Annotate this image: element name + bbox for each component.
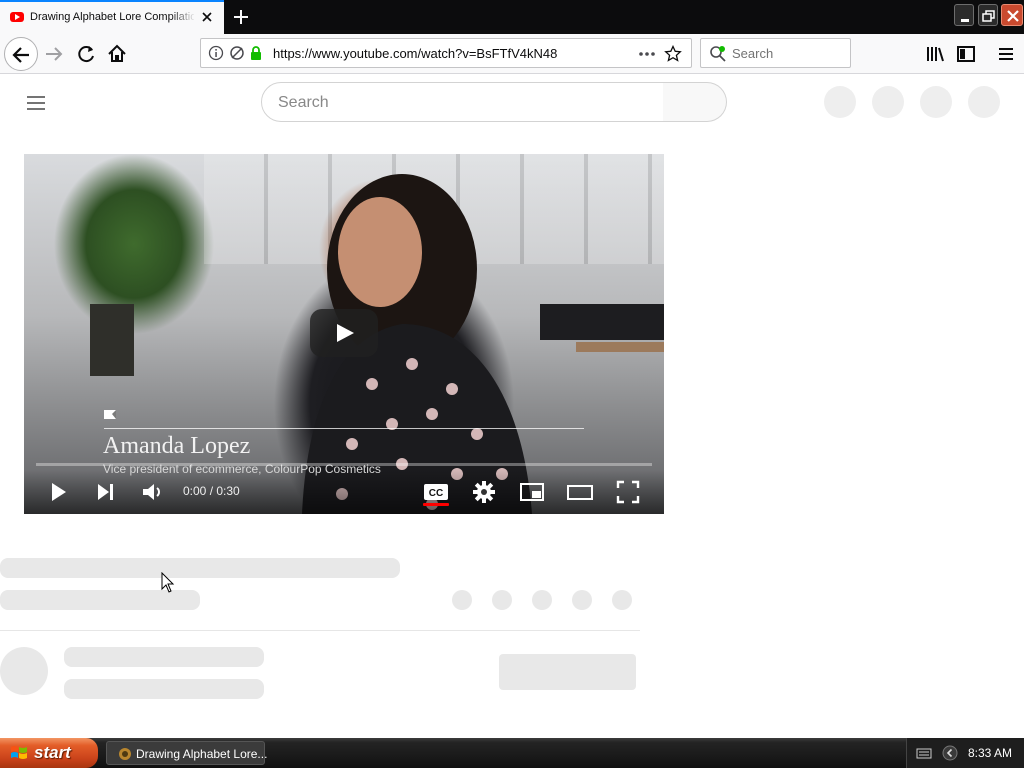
video-background-bench xyxy=(540,304,664,340)
large-play-button[interactable] xyxy=(310,309,378,357)
settings-gear-icon[interactable] xyxy=(470,478,498,506)
title-skeleton xyxy=(0,558,400,578)
player-controls: 0:00 / 0:30 CC xyxy=(24,470,664,514)
keyboard-icon[interactable] xyxy=(916,747,932,759)
taskbar-window-label: Drawing Alphabet Lore... xyxy=(136,747,268,761)
navigation-toolbar: https://www.youtube.com/watch?v=BsFTfV4k… xyxy=(0,34,1024,74)
subscriber-count-skeleton xyxy=(64,679,264,699)
back-button[interactable] xyxy=(4,37,38,71)
home-icon[interactable] xyxy=(103,40,131,68)
url-bar[interactable]: https://www.youtube.com/watch?v=BsFTfV4k… xyxy=(200,38,692,68)
volume-icon[interactable] xyxy=(138,478,166,506)
tab-strip: Drawing Alphabet Lore Compilation xyxy=(0,0,1024,34)
video-background-planter xyxy=(90,304,134,376)
play-icon[interactable] xyxy=(44,478,72,506)
taskbar-clock: 8:33 AM xyxy=(968,746,1013,760)
close-tab-icon[interactable] xyxy=(199,9,215,25)
reload-icon[interactable] xyxy=(72,40,100,68)
captions-active-indicator xyxy=(423,503,449,506)
forward-arrow-icon[interactable] xyxy=(40,40,68,68)
svg-text:CC: CC xyxy=(429,488,443,499)
start-label: start xyxy=(34,743,71,762)
page-actions-more-icon[interactable] xyxy=(637,46,657,62)
lower-third-flag-icon xyxy=(104,410,116,419)
minimize-window-button[interactable] xyxy=(954,4,974,26)
browser-tab[interactable]: Drawing Alphabet Lore Compilation xyxy=(0,0,224,34)
tray-expand-arrow-icon[interactable] xyxy=(942,745,958,761)
action-skeleton-4 xyxy=(572,590,592,610)
masthead-placeholder-button-2[interactable] xyxy=(872,86,904,118)
youtube-search-placeholder: Search xyxy=(278,94,329,111)
info-icon[interactable] xyxy=(208,45,224,61)
video-time-display: 0:00 / 0:30 xyxy=(183,484,240,498)
theater-mode-icon[interactable] xyxy=(566,478,594,506)
search-icon xyxy=(710,46,726,62)
close-window-button[interactable] xyxy=(1001,4,1023,26)
masthead-placeholder-button-3[interactable] xyxy=(920,86,952,118)
hamburger-menu-icon[interactable] xyxy=(24,93,48,113)
back-arrow-icon xyxy=(12,47,29,63)
open-menu-icon[interactable] xyxy=(992,40,1020,68)
lock-icon[interactable] xyxy=(249,45,263,61)
video-progress-bar[interactable] xyxy=(36,463,652,466)
subscribe-button-skeleton xyxy=(499,654,636,690)
masthead-placeholder-avatar[interactable] xyxy=(968,86,1000,118)
browser-search-field[interactable]: Search xyxy=(700,38,851,68)
sidebar-icon[interactable] xyxy=(952,40,980,68)
youtube-search-input[interactable]: Search xyxy=(261,82,664,122)
library-icon[interactable] xyxy=(921,40,949,68)
taskbar-window-item[interactable]: Drawing Alphabet Lore... xyxy=(106,741,268,765)
youtube-masthead: Search xyxy=(0,75,1024,131)
action-skeleton-5 xyxy=(612,590,632,610)
system-tray: 8:33 AM xyxy=(906,738,1024,768)
lower-third-rule xyxy=(104,428,584,429)
permissions-icon[interactable] xyxy=(229,45,245,61)
lower-third-name: Amanda Lopez xyxy=(103,433,251,459)
fullscreen-icon[interactable] xyxy=(614,478,642,506)
tab-title-fade xyxy=(170,2,196,34)
taskbar-app-icon xyxy=(119,748,131,760)
url-text[interactable]: https://www.youtube.com/watch?v=BsFTfV4k… xyxy=(273,46,557,61)
video-background-table xyxy=(576,342,664,352)
youtube-search-button[interactable] xyxy=(663,82,727,122)
mouse-pointer-icon xyxy=(161,572,175,593)
channel-avatar-skeleton xyxy=(0,647,48,695)
browser-search-placeholder: Search xyxy=(732,46,774,61)
restore-window-button[interactable] xyxy=(978,4,998,26)
start-button[interactable]: start xyxy=(0,738,98,768)
video-player[interactable]: Amanda Lopez Vice president of ecommerce… xyxy=(24,154,664,514)
new-tab-plus-icon[interactable] xyxy=(230,6,252,28)
windows-flag-icon xyxy=(11,746,27,759)
windows-taskbar: start Drawing Alphabet Lore... 8:33 AM xyxy=(0,738,1024,768)
action-skeleton-3 xyxy=(532,590,552,610)
content-divider xyxy=(0,630,640,631)
miniplayer-icon[interactable] xyxy=(518,478,546,506)
bookmark-star-icon[interactable] xyxy=(664,45,682,63)
masthead-placeholder-button-1[interactable] xyxy=(824,86,856,118)
subtitles-cc-icon[interactable]: CC xyxy=(422,478,450,506)
action-skeleton-2 xyxy=(492,590,512,610)
youtube-favicon-icon xyxy=(10,12,24,22)
next-video-icon[interactable] xyxy=(91,478,119,506)
channel-name-skeleton xyxy=(64,647,264,667)
action-skeleton-1 xyxy=(452,590,472,610)
